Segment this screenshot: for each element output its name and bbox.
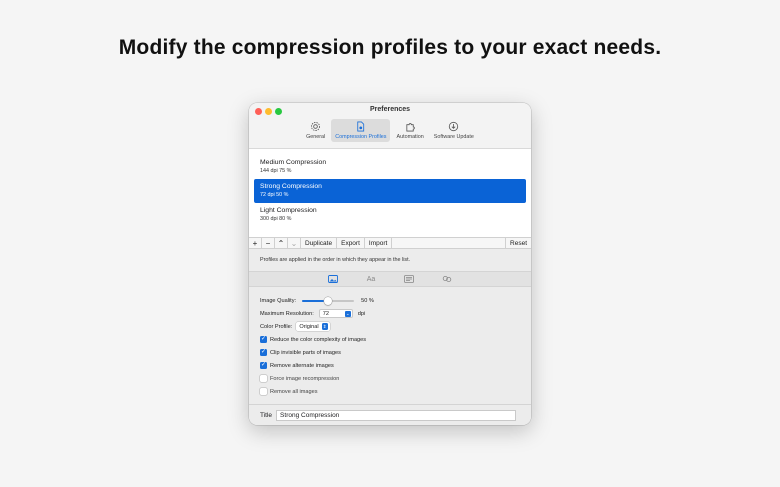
profile-name: Light Compression: [260, 207, 317, 214]
title-input[interactable]: Strong Compression: [276, 409, 517, 421]
tab-compression-profiles[interactable]: Compression Profiles: [331, 119, 391, 142]
tab-software-update-label: Software Update: [433, 134, 474, 140]
window-titlebar: Preferences General Compression Profiles…: [249, 103, 531, 149]
window-title: Preferences: [369, 106, 411, 113]
tab-compression-profiles-label: Compression Profiles: [335, 134, 387, 140]
chevron-down-icon[interactable]: ⌄: [344, 311, 351, 317]
title-input-value: Strong Compression: [280, 411, 340, 419]
reduce-colors-checkbox[interactable]: ✓: [260, 336, 267, 343]
preferences-window: Preferences General Compression Profiles…: [249, 103, 531, 425]
profile-item-strong[interactable]: Strong Compression 72 dpi 50 %: [254, 179, 526, 203]
up-down-chevron-icon: ⇕: [321, 323, 328, 330]
color-profile-label: Color Profile:: [260, 323, 293, 330]
preferences-tabs: General Compression Profiles Automation …: [249, 119, 531, 142]
page-headline: Modify the compression profiles to your …: [118, 36, 662, 59]
image-quality-value: 50 %: [361, 297, 374, 304]
tab-fonts[interactable]: Aa: [365, 274, 377, 284]
checkbox-recompress-row: Force image recompression: [260, 372, 520, 385]
profile-name: Strong Compression: [260, 183, 322, 190]
image-icon: [328, 275, 338, 283]
add-profile-button[interactable]: +: [249, 237, 262, 249]
font-icon: Aa: [366, 275, 376, 283]
force-recompression-checkbox[interactable]: [260, 375, 267, 382]
clip-invisible-checkbox[interactable]: ✓: [260, 349, 267, 356]
tab-software-update[interactable]: Software Update: [430, 119, 478, 142]
force-recompression-label: Force image recompression: [270, 375, 340, 382]
import-button[interactable]: Import: [365, 237, 393, 249]
slider-knob[interactable]: [324, 296, 333, 305]
color-profile-value: Original: [299, 323, 319, 330]
tab-links[interactable]: [441, 274, 453, 284]
text-layout-icon: [404, 275, 414, 283]
clip-invisible-label: Clip invisible parts of images: [270, 349, 341, 356]
download-icon: [449, 121, 459, 132]
image-quality-row: Image Quality: 50 %: [260, 294, 520, 307]
export-button[interactable]: Export: [337, 237, 365, 249]
order-note: Profiles are applied in the order in whi…: [249, 249, 531, 271]
max-resolution-combobox[interactable]: 72 ⌄: [318, 309, 353, 318]
reduce-colors-label: Reduce the color complexity of images: [270, 336, 367, 343]
max-resolution-row: Maximum Resolution: 72 ⌄ dpi: [260, 307, 520, 320]
checkbox-alternate-row: ✓ Remove alternate images: [260, 359, 520, 372]
image-settings: Image Quality: 50 % Maximum Resolution: …: [249, 287, 531, 398]
tab-general[interactable]: General: [302, 119, 329, 142]
puzzle-icon: [406, 123, 415, 132]
tab-general-label: General: [306, 134, 326, 140]
remove-alternate-label: Remove alternate images: [270, 362, 334, 369]
checkbox-reduce-colors-row: ✓ Reduce the color complexity of images: [260, 333, 520, 346]
remove-profile-button[interactable]: −: [262, 237, 275, 249]
image-quality-slider[interactable]: [302, 296, 355, 305]
reset-button[interactable]: Reset: [505, 237, 531, 249]
tab-automation-label: Automation: [396, 134, 424, 140]
profile-item-medium[interactable]: Medium Compression 144 dpi 75 %: [254, 155, 526, 179]
title-label: Title: [260, 411, 273, 419]
tab-automation[interactable]: Automation: [392, 119, 427, 142]
gear-icon: [311, 122, 321, 131]
checkbox-remove-all-row: Remove all images: [260, 385, 520, 398]
remove-alternate-checkbox[interactable]: ✓: [260, 362, 267, 369]
color-profile-row: Color Profile: Original ⇕: [260, 320, 520, 333]
remove-all-images-checkbox[interactable]: [260, 388, 267, 395]
max-resolution-label: Maximum Resolution:: [260, 310, 314, 317]
title-row: Title Strong Compression: [249, 404, 531, 425]
remove-all-images-label: Remove all images: [270, 388, 318, 395]
profile-meta: 72 dpi 50 %: [260, 192, 289, 198]
move-down-button[interactable]: ⌄: [288, 237, 301, 249]
document-gear-icon: [357, 121, 365, 132]
tab-images[interactable]: [327, 274, 339, 284]
settings-subtabs: Aa: [249, 271, 531, 287]
move-up-button[interactable]: ⌃: [275, 237, 288, 249]
dpi-unit: dpi: [357, 310, 366, 317]
image-quality-label: Image Quality:: [260, 297, 297, 304]
profile-item-light[interactable]: Light Compression 300 dpi 80 %: [254, 203, 526, 227]
profile-meta: 300 dpi 80 %: [260, 216, 292, 222]
checkbox-clip-row: ✓ Clip invisible parts of images: [260, 346, 520, 359]
profile-list: Medium Compression 144 dpi 75 % Strong C…: [249, 149, 531, 237]
link-icon: [442, 276, 452, 282]
profile-meta: 144 dpi 75 %: [260, 168, 292, 174]
color-profile-popup[interactable]: Original ⇕: [296, 322, 330, 331]
duplicate-button[interactable]: Duplicate: [301, 237, 338, 249]
max-resolution-value: 72: [322, 310, 330, 317]
profile-toolbar: + − ⌃ ⌄ Duplicate Export Import Reset: [249, 237, 531, 249]
profile-name: Medium Compression: [260, 159, 327, 166]
tab-text-layout[interactable]: [403, 274, 415, 284]
